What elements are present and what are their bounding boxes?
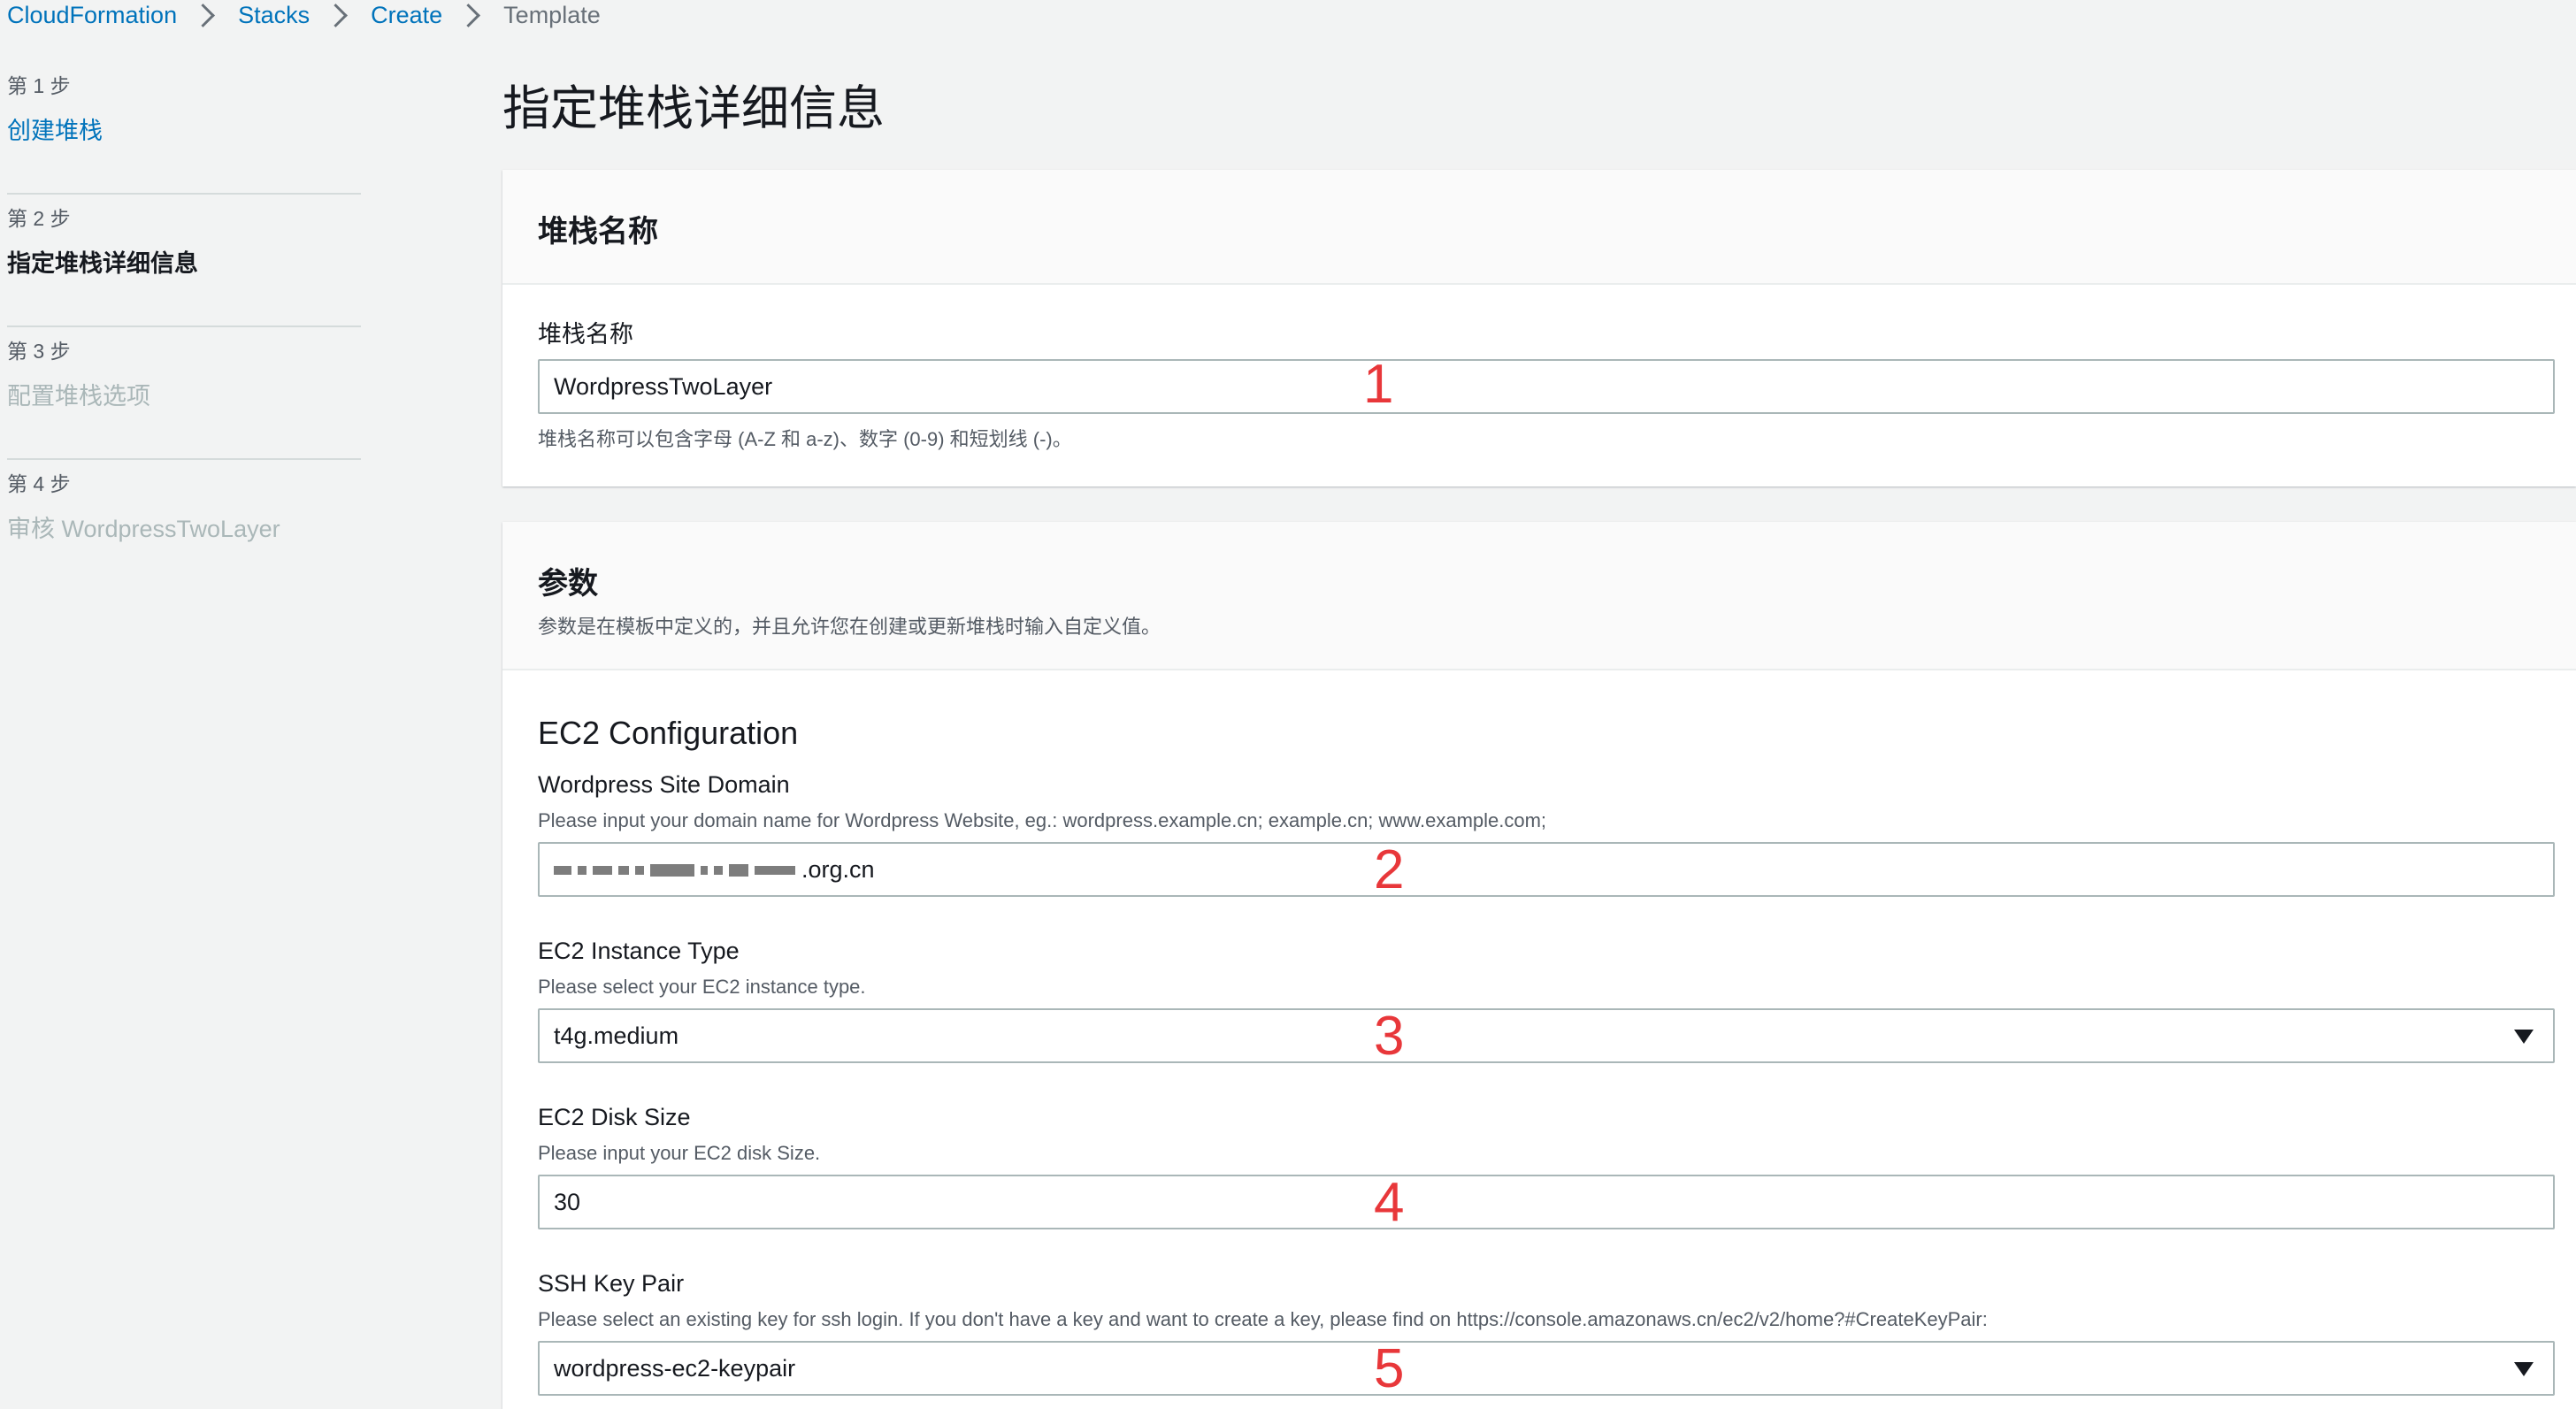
disk-size-value: 30 (554, 1188, 581, 1215)
key-pair-description: Please select an existing key for ssh lo… (538, 1308, 1988, 1330)
annotation-marker: 4 (1374, 1172, 1405, 1233)
chevron-right-icon (191, 3, 216, 27)
stack-name-input[interactable]: WordpressTwoLayer (538, 359, 2555, 414)
step-title-disabled: 审核 WordpressTwoLayer (7, 516, 280, 542)
panel-title: 堆栈名称 (538, 215, 658, 249)
breadcrumb: CloudFormation Stacks Create Template (7, 0, 601, 30)
breadcrumb-stacks[interactable]: Stacks (238, 2, 310, 29)
step-2: 第 2 步 指定堆栈详细信息 (7, 195, 361, 327)
step-3: 第 3 步 配置堆栈选项 (7, 327, 361, 460)
annotation-marker: 3 (1374, 1006, 1405, 1067)
stack-name-value: WordpressTwoLayer (554, 372, 773, 400)
instance-type-description: Please select your EC2 instance type. (538, 976, 866, 998)
domain-description: Please input your domain name for Wordpr… (538, 809, 1547, 831)
annotation-marker: 2 (1374, 839, 1405, 900)
step-number: 第 1 步 (7, 74, 71, 97)
step-number: 第 2 步 (7, 207, 71, 230)
stack-name-hint: 堆栈名称可以包含字母 (A-Z 和 a-z)、数字 (0-9) 和短划线 (-)… (538, 428, 1072, 450)
step-number: 第 3 步 (7, 340, 71, 363)
domain-input[interactable]: .org.cn (538, 842, 2555, 897)
disk-size-input[interactable]: 30 (538, 1175, 2555, 1229)
domain-label: Wordpress Site Domain (538, 771, 790, 798)
instance-type-select[interactable]: t4g.medium (538, 1008, 2555, 1063)
step-4: 第 4 步 审核 WordpressTwoLayer (7, 460, 361, 593)
caret-down-icon (2514, 1362, 2534, 1376)
redacted-text (554, 856, 801, 884)
panel-header: 堆栈名称 (502, 170, 2576, 285)
panel-header: 参数 参数是在模板中定义的，并且允许您在创建或更新堆栈时输入自定义值。 (502, 522, 2576, 670)
key-pair-label: SSH Key Pair (538, 1270, 685, 1297)
wizard-steps: 第 1 步 创建堆栈 第 2 步 指定堆栈详细信息 第 3 步 配置堆栈选项 第… (7, 62, 361, 593)
breadcrumb-create[interactable]: Create (371, 2, 442, 29)
step-title-disabled: 配置堆栈选项 (7, 383, 150, 410)
instance-type-value: t4g.medium (554, 1022, 679, 1049)
domain-value-suffix: .org.cn (801, 855, 875, 883)
annotation-marker: 1 (1363, 354, 1394, 415)
chevron-right-icon (456, 3, 481, 27)
chevron-right-icon (324, 3, 349, 27)
panel-title: 参数 (538, 567, 598, 601)
instance-type-label: EC2 Instance Type (538, 938, 740, 964)
parameters-panel: 参数 参数是在模板中定义的，并且允许您在创建或更新堆栈时输入自定义值。 EC2 … (502, 522, 2576, 1409)
step-number: 第 4 步 (7, 472, 71, 495)
annotation-marker: 5 (1374, 1338, 1405, 1399)
breadcrumb-template: Template (503, 1, 601, 28)
breadcrumb-cloudformation[interactable]: CloudFormation (7, 2, 177, 29)
key-pair-value: wordpress-ec2-keypair (554, 1354, 796, 1382)
stack-name-label: 堆栈名称 (538, 321, 633, 348)
panel-description: 参数是在模板中定义的，并且允许您在创建或更新堆栈时输入自定义值。 (538, 616, 1162, 638)
key-pair-select[interactable]: wordpress-ec2-keypair (538, 1341, 2555, 1396)
page-title: 指定堆栈详细信息 (502, 82, 885, 135)
caret-down-icon (2514, 1030, 2534, 1044)
step-link-create-stack[interactable]: 创建堆栈 (7, 111, 361, 146)
step-1: 第 1 步 创建堆栈 (7, 62, 361, 195)
section-title: EC2 Configuration (538, 715, 799, 751)
step-current-title: 指定堆栈详细信息 (7, 250, 198, 277)
disk-size-label: EC2 Disk Size (538, 1104, 691, 1130)
disk-size-description: Please input your EC2 disk Size. (538, 1142, 821, 1164)
stack-name-panel: 堆栈名称 堆栈名称 WordpressTwoLayer 1 堆栈名称可以包含字母… (502, 170, 2576, 486)
